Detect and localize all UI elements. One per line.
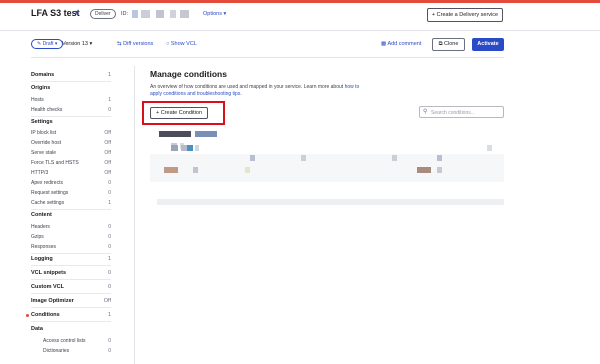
sidebar-group-data: Data xyxy=(31,326,43,332)
redacted-content xyxy=(392,155,397,161)
comment-icon: ▩ xyxy=(381,41,387,47)
sidebar-divider xyxy=(31,307,111,308)
service-id-redacted xyxy=(170,10,176,18)
sidebar-divider xyxy=(31,293,111,294)
search-conditions-input[interactable] xyxy=(431,108,501,117)
sidebar-divider xyxy=(31,116,111,117)
search-conditions-box[interactable]: ⚲ xyxy=(419,106,504,118)
sidebar-group-origins: Origins xyxy=(31,85,51,91)
sidebar-group-settings: Settings xyxy=(31,119,53,125)
options-menu[interactable]: Options ▾ xyxy=(203,11,226,17)
sidebar-group-content: Content xyxy=(31,212,52,218)
sidebar-divider xyxy=(31,253,111,254)
sidebar-item-logging[interactable]: Logging 1 xyxy=(31,256,111,262)
page-description: An overview of how conditions are used a… xyxy=(150,84,360,97)
sidebar-item-force-tls[interactable]: Force TLS and HSTS Off xyxy=(31,160,111,166)
redacted-content xyxy=(195,131,217,137)
sidebar-item-override-host[interactable]: Override host Off xyxy=(31,140,111,146)
sidebar-item-serve-stale[interactable]: Serve stale Off xyxy=(31,150,111,156)
sidebar-divider xyxy=(31,321,111,322)
redacted-content xyxy=(193,167,198,173)
sidebar-item-apex-redirects[interactable]: Apex redirects 0 xyxy=(31,180,111,186)
sidebar-item-responses[interactable]: Responses 0 xyxy=(31,244,111,250)
sidebar-item-dictionaries[interactable]: Dictionaries 0 xyxy=(43,348,111,354)
redacted-content xyxy=(187,145,193,151)
sidebar-divider xyxy=(31,81,111,82)
sidebar-item-domains[interactable]: Domains 1 xyxy=(31,72,111,78)
sidebar-divider xyxy=(31,209,111,210)
version-selector[interactable]: Version 13 ▾ xyxy=(62,41,92,47)
add-comment-link[interactable]: ▩ Add comment xyxy=(381,41,421,47)
chevron-down-icon: ▾ xyxy=(89,41,93,47)
list-item[interactable] xyxy=(150,154,504,164)
redacted-content xyxy=(159,131,191,137)
sidebar-item-health-checks[interactable]: Health checks 0 xyxy=(31,107,111,113)
sidebar-item-vcl-snippets[interactable]: VCL snippets 0 xyxy=(31,270,111,276)
redacted-content xyxy=(487,145,492,151)
sidebar-item-headers[interactable]: Headers 0 xyxy=(31,224,111,230)
toolbar-divider xyxy=(31,57,504,58)
diff-icon: ⇆ xyxy=(117,41,122,47)
version-status-dropdown[interactable]: ✎ Draft ▾ xyxy=(31,39,64,49)
redacted-content xyxy=(245,167,250,173)
diff-versions-link[interactable]: ⇆ Diff versions xyxy=(117,41,153,47)
service-id-redacted xyxy=(141,10,150,18)
redacted-content xyxy=(437,167,442,173)
service-name: LFA S3 test xyxy=(31,8,80,18)
clone-button[interactable]: ⧉ Clone xyxy=(432,38,465,51)
search-icon: ⚲ xyxy=(423,109,428,115)
copy-icon: ⧉ xyxy=(438,41,443,47)
sidebar-item-ip-block-list[interactable]: IP block list Off xyxy=(31,130,111,136)
active-indicator xyxy=(26,314,29,317)
sidebar-divider xyxy=(31,265,111,266)
chevron-down-icon: ▾ xyxy=(54,41,58,47)
service-id-redacted xyxy=(156,10,164,18)
service-type-badge: Deliver xyxy=(90,9,116,19)
list-item[interactable] xyxy=(150,130,504,140)
create-delivery-service-button[interactable]: + Create a Delivery service xyxy=(427,8,503,22)
list-footer xyxy=(157,199,504,205)
redacted-content xyxy=(250,155,255,161)
sidebar-item-cache-settings[interactable]: Cache settings 1 xyxy=(31,200,111,206)
list-item[interactable] xyxy=(150,166,504,176)
list-item[interactable] xyxy=(150,144,504,154)
config-sidebar: Domains 1 Origins Hosts 1 Health checks 0 S… xyxy=(26,66,135,364)
redacted-content xyxy=(417,167,431,173)
header-divider xyxy=(0,30,600,31)
sidebar-item-custom-vcl[interactable]: Custom VCL 0 xyxy=(31,284,111,290)
redacted-content xyxy=(437,155,442,161)
sidebar-item-request-settings[interactable]: Request settings 0 xyxy=(31,190,111,196)
service-switcher-chevron-icon[interactable]: ▾ xyxy=(75,8,79,17)
redacted-content xyxy=(171,145,178,151)
page-title: Manage conditions xyxy=(150,69,227,79)
sidebar-item-conditions[interactable]: Conditions 1 xyxy=(26,312,111,318)
sidebar-item-hosts[interactable]: Hosts 1 xyxy=(31,97,111,103)
sidebar-item-http3[interactable]: HTTP/3 Off xyxy=(31,170,111,176)
redacted-content xyxy=(195,145,199,151)
service-id-label: ID: xyxy=(121,11,129,17)
service-id-redacted xyxy=(180,10,189,18)
conditions-list xyxy=(150,130,504,182)
sidebar-item-gzips[interactable]: Gzips 0 xyxy=(31,234,111,240)
show-vcl-link[interactable]: ○ Show VCL xyxy=(166,41,197,47)
create-condition-button[interactable]: + Create Condition xyxy=(150,107,208,119)
sidebar-item-image-optimizer[interactable]: Image Optimizer Off xyxy=(31,298,111,304)
activate-button[interactable]: Activate xyxy=(472,38,504,51)
sidebar-item-access-control-lists[interactable]: Access control lists 0 xyxy=(43,338,111,344)
service-id-redacted xyxy=(132,10,138,18)
chevron-down-icon: ▾ xyxy=(223,11,227,17)
redacted-content xyxy=(301,155,306,161)
sidebar-divider xyxy=(31,279,111,280)
pencil-icon: ✎ xyxy=(37,41,42,47)
code-icon: ○ xyxy=(166,41,170,47)
redacted-content xyxy=(164,167,178,173)
